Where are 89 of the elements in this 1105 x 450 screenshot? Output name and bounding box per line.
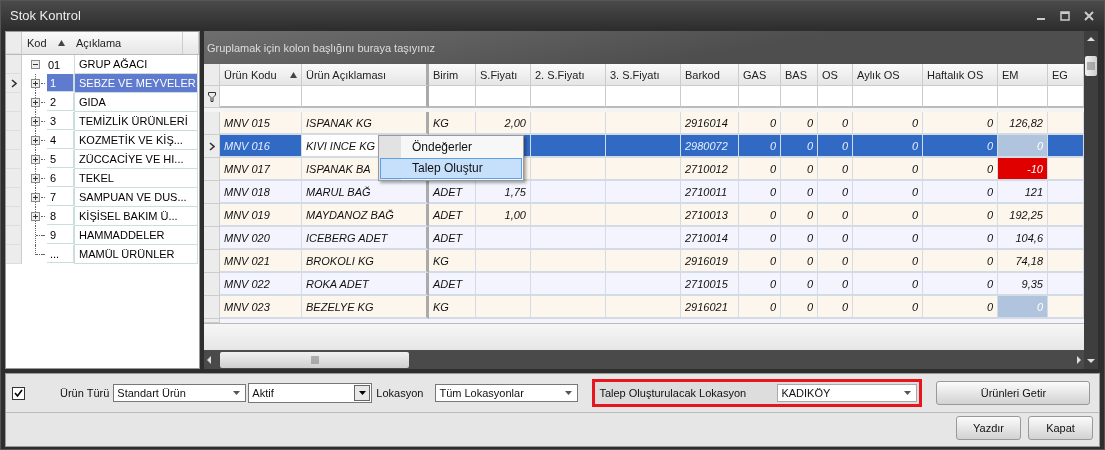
caret-icon [565,391,573,395]
maximize-icon[interactable] [1060,10,1070,21]
caret-icon [904,391,912,395]
tree-node[interactable]: MAMÜL ÜRÜNLER [74,245,198,264]
field-label: Ürün Türü [60,387,110,399]
expand-icon[interactable] [31,155,40,164]
horizontal-scrollbar[interactable] [204,350,1084,369]
tree-node-code: 8 [47,207,74,225]
dropdown[interactable]: Aktif [248,383,373,403]
tree-node[interactable]: SAMPUAN VE DUS... [74,188,198,207]
tree-node-code: 2 [47,93,74,111]
dropdown[interactable]: Standart Ürün [113,384,247,402]
expand-icon[interactable] [31,174,40,183]
sort-up-icon [58,40,65,46]
scrollbar-thumb[interactable] [1085,56,1097,76]
filter-icon[interactable] [207,91,216,102]
expand-icon[interactable] [31,98,40,107]
group-hint: Gruplamak için kolon başlığını buraya taşıyınız [207,41,436,54]
row-header [6,188,22,207]
tree-node-code: 01 [48,58,61,71]
row-pointer-icon [10,78,17,88]
scrollbar-thumb[interactable] [220,352,409,368]
table-row[interactable]: MNV 015 ISPANAK KG KG 2,00 2916014 0 0 0 0 0 126,82 [204,112,1084,135]
window-title: Stok Kontrol [10,8,81,23]
field-label: Lokasyon [376,387,424,399]
table-row[interactable]: MNV 021 BROKOLI KG KG 2916019 0 0 0 0 0 74,18 [204,250,1084,273]
table-row[interactable]: MNV 023 BEZELYE KG KG 2916021 0 0 0 0 0 0 [204,296,1084,319]
tree-node[interactable]: KOZMETİK VE KİŞ... [74,131,198,150]
tree-node[interactable]: GIDA [74,93,198,112]
row-header [204,181,220,204]
expand-icon[interactable] [31,212,40,221]
expand-icon[interactable] [31,136,40,145]
checkbox[interactable] [12,386,25,400]
dropdown[interactable]: KADIKÖY [777,384,918,402]
collapse-icon[interactable] [31,60,40,69]
tree-node[interactable]: ZÜCCACİYE VE HI... [74,150,198,169]
tree-node-code: 1 [47,74,74,92]
expand-icon[interactable] [31,193,40,202]
scroll-up-icon[interactable] [1085,34,1097,44]
row-header [204,204,220,227]
scroll-down-icon[interactable] [1085,356,1097,366]
row-header [6,150,22,169]
row-header [6,169,22,188]
row-header [6,131,22,150]
tree-node-code: 5 [47,150,74,168]
tree-node-code: 3 [47,112,74,130]
row-header [6,207,22,226]
print-button[interactable]: Yazdır [956,416,1021,440]
table-cell: 0 [998,135,1048,158]
tree-node[interactable]: SEBZE VE MEYVELER [74,74,198,93]
caret-icon [233,391,241,395]
row-header [204,273,220,296]
row-header [204,158,220,181]
caret-icon [358,391,366,395]
menu-item[interactable]: Talep Oluştur [380,158,522,179]
row-header [204,227,220,250]
row-header [204,296,220,319]
column-header[interactable]: Açıklama [71,32,183,54]
table-row[interactable]: MNV 020 ICEBERG ADET ADET 2710014 0 0 0 0 0 104,6 [204,227,1084,250]
row-header [6,245,22,264]
row-pointer-icon [208,141,215,151]
dropdown[interactable]: Tüm Lokasyonlar [435,384,579,402]
tree-node[interactable]: TEMİZLİK ÜRÜNLERİ [74,112,198,131]
row-header [6,32,22,54]
close-icon[interactable] [1084,10,1094,21]
column-header[interactable]: Kod [22,32,54,54]
table-cell: -10 [998,158,1048,181]
fetch-products-button[interactable]: Ürünleri Getir [936,381,1091,405]
tree-node-code: 6 [47,169,74,187]
close-button[interactable]: Kapat [1028,416,1093,440]
expand-icon[interactable] [31,79,40,88]
tree-node-code: 9 [47,226,74,244]
tree-node-code: ... [47,245,74,263]
tree-node[interactable]: KİŞİSEL BAKIM Ü... [74,207,198,226]
tree-node-code: 7 [47,188,74,206]
row-header [6,112,22,131]
sort-up-icon [290,71,297,78]
row-header [204,250,220,273]
table-row[interactable]: MNV 019 MAYDANOZ BAĞ ADET 1,00 2710013 0 0 0 0 0 192,25 [204,204,1084,227]
tree-node[interactable]: HAMMADDELER [74,226,198,245]
table-row[interactable]: MNV 022 ROKA ADET ADET 2710015 0 0 0 0 0 9,35 [204,273,1084,296]
tree-node[interactable]: TEKEL [74,169,198,188]
table-row[interactable]: MNV 018 MARUL BAĞ ADET 1,75 2710011 0 0 0 0 0 121 [204,181,1084,204]
row-header [6,226,22,245]
tree-node-code: 4 [47,131,74,149]
vertical-scrollbar[interactable] [1084,31,1098,369]
table-cell: 0 [998,296,1048,319]
field-label: Talep Oluşturulacak Lokasyon [598,387,748,399]
expand-icon[interactable] [31,117,40,126]
